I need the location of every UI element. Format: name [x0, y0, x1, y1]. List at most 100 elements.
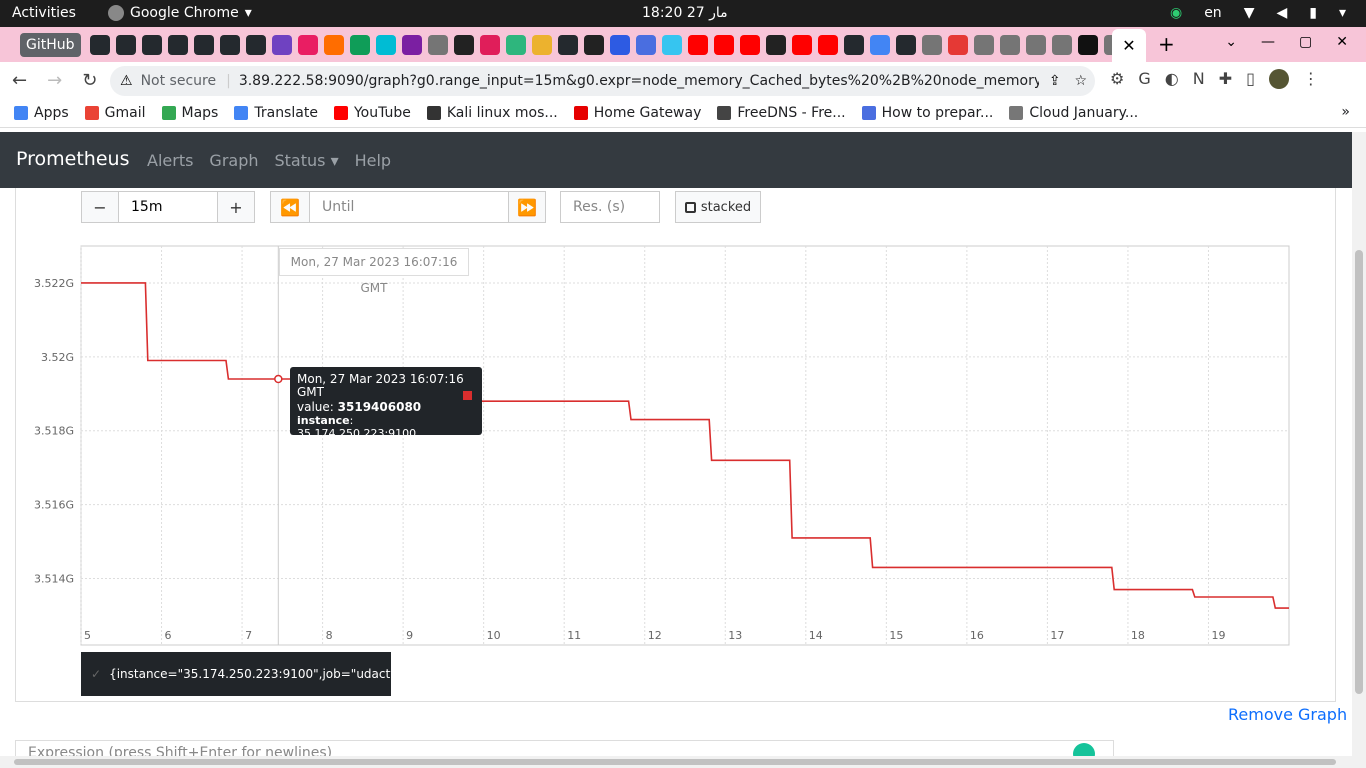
- vertical-scrollbar[interactable]: [1352, 132, 1366, 756]
- pinned-tab-favicon[interactable]: [168, 35, 188, 55]
- close-icon[interactable]: ✕: [1336, 34, 1348, 50]
- pinned-tab-favicon[interactable]: [610, 35, 630, 55]
- pinned-tab-favicon[interactable]: [974, 35, 994, 55]
- back-icon[interactable]: ←: [12, 70, 27, 91]
- share-icon[interactable]: ⇪: [1049, 73, 1061, 89]
- pinned-tab-favicon[interactable]: [870, 35, 890, 55]
- pinned-tab-favicon[interactable]: [246, 35, 266, 55]
- bookmark-item[interactable]: Gmail: [84, 105, 146, 121]
- nav-alerts[interactable]: Alerts: [147, 151, 193, 170]
- bookmarks-more-button[interactable]: »: [1341, 104, 1350, 120]
- power-menu-icon[interactable]: ▾: [1339, 5, 1346, 21]
- legend-check-icon[interactable]: ✓: [91, 667, 101, 681]
- pinned-tab-favicon[interactable]: [766, 35, 786, 55]
- bookmark-item[interactable]: Maps: [161, 105, 218, 121]
- range-decrease-button[interactable]: −: [81, 191, 119, 223]
- pinned-tab-favicon[interactable]: [428, 35, 448, 55]
- active-tab-close-button[interactable]: ✕: [1112, 29, 1146, 62]
- tab-search-icon[interactable]: ⌄: [1225, 34, 1237, 50]
- resolution-input[interactable]: Res. (s): [560, 191, 660, 223]
- bookmark-item[interactable]: Apps: [14, 105, 69, 121]
- language-indicator[interactable]: en: [1204, 5, 1222, 21]
- graph-legend[interactable]: ✓ {instance="35.174.250.223:9100",job="u…: [81, 652, 410, 696]
- tab-github[interactable]: GitHub: [20, 33, 81, 57]
- pinned-tab-favicon[interactable]: [896, 35, 916, 55]
- time-back-button[interactable]: ⏪: [270, 191, 310, 223]
- range-input[interactable]: 15m: [118, 191, 218, 223]
- stacked-toggle[interactable]: stacked: [675, 191, 761, 223]
- pinned-tab-favicon[interactable]: [324, 35, 344, 55]
- pinned-tab-favicon[interactable]: [818, 35, 838, 55]
- pinned-tab-favicon[interactable]: [948, 35, 968, 55]
- pinned-tab-favicon[interactable]: [1026, 35, 1046, 55]
- bookmark-item[interactable]: FreeDNS - Fre...: [717, 105, 846, 121]
- pinned-tab-favicon[interactable]: [636, 35, 656, 55]
- extension-icon[interactable]: ◐: [1165, 69, 1179, 89]
- pinned-tab-favicon[interactable]: [584, 35, 604, 55]
- pinned-tab-favicon[interactable]: [272, 35, 292, 55]
- pinned-tab-favicon[interactable]: [532, 35, 552, 55]
- pinned-tab-favicon[interactable]: [1000, 35, 1020, 55]
- bookmark-item[interactable]: Kali linux mos...: [426, 105, 558, 121]
- pinned-tab-favicon[interactable]: [922, 35, 942, 55]
- pinned-tab-favicon[interactable]: [220, 35, 240, 55]
- maximize-icon[interactable]: ▢: [1299, 34, 1312, 50]
- pinned-tab-favicon[interactable]: [376, 35, 396, 55]
- nav-graph[interactable]: Graph: [209, 151, 258, 170]
- pinned-tab-favicon[interactable]: [714, 35, 734, 55]
- translate-extension-icon[interactable]: G: [1138, 69, 1150, 89]
- puzzle-icon[interactable]: ✚: [1219, 69, 1232, 89]
- side-panel-icon[interactable]: ▯: [1246, 69, 1255, 89]
- menu-icon[interactable]: ⋮: [1303, 69, 1319, 89]
- not-secure-label[interactable]: Not secure: [141, 73, 217, 89]
- pinned-tab-favicon[interactable]: [298, 35, 318, 55]
- forward-icon[interactable]: →: [47, 70, 62, 91]
- horizontal-scrollbar[interactable]: [0, 756, 1366, 768]
- pinned-tab-favicon[interactable]: [662, 35, 682, 55]
- pinned-tab-favicon[interactable]: [402, 35, 422, 55]
- nav-status[interactable]: Status ▾: [275, 151, 339, 170]
- url-text[interactable]: 3.89.222.58:9090/graph?g0.range_input=15…: [239, 73, 1039, 89]
- system-tray[interactable]: ◉ en ▼ ◀ ▮ ▾: [1170, 5, 1346, 21]
- pinned-tab-favicon[interactable]: [480, 35, 500, 55]
- bookmark-item[interactable]: YouTube: [333, 105, 411, 121]
- minimize-icon[interactable]: —: [1261, 34, 1275, 50]
- avatar[interactable]: [1268, 69, 1289, 89]
- pinned-tab-favicon[interactable]: [740, 35, 760, 55]
- bookmark-item[interactable]: Translate: [234, 105, 318, 121]
- warning-icon[interactable]: ⚠: [120, 73, 133, 89]
- brand-logo[interactable]: Prometheus: [16, 148, 129, 170]
- pinned-tab-favicon[interactable]: [506, 35, 526, 55]
- activities-button[interactable]: Activities: [12, 5, 76, 21]
- notion-extension-icon[interactable]: N: [1193, 69, 1205, 89]
- pinned-tab-favicon[interactable]: [1052, 35, 1072, 55]
- reload-icon[interactable]: ↻: [82, 70, 97, 91]
- app-menu[interactable]: Google Chrome ▾: [108, 5, 252, 21]
- pinned-tab-favicon[interactable]: [1078, 35, 1098, 55]
- pinned-tab-favicon[interactable]: [90, 35, 110, 55]
- legend-label[interactable]: {instance="35.174.250.223:9100",job="uda…: [109, 667, 410, 681]
- pinned-tab-favicon[interactable]: [558, 35, 578, 55]
- bookmark-star-icon[interactable]: ☆: [1075, 73, 1088, 89]
- pinned-tab-favicon[interactable]: [844, 35, 864, 55]
- pinned-tab-favicon[interactable]: [350, 35, 370, 55]
- nav-help[interactable]: Help: [355, 151, 391, 170]
- pinned-tab-favicon[interactable]: [116, 35, 136, 55]
- bookmark-item[interactable]: How to prepar...: [861, 105, 993, 121]
- pinned-tab-favicon[interactable]: [194, 35, 214, 55]
- remove-graph-link[interactable]: Remove Graph: [1228, 705, 1347, 724]
- new-tab-button[interactable]: +: [1158, 32, 1175, 56]
- pinned-tab-favicon[interactable]: [792, 35, 812, 55]
- time-forward-button[interactable]: ⏩: [508, 191, 546, 223]
- bookmark-item[interactable]: Cloud January...: [1009, 105, 1138, 121]
- pinned-tab-favicon[interactable]: [688, 35, 708, 55]
- clock[interactable]: مار 27 18:20: [642, 5, 728, 21]
- pinned-tab-favicon[interactable]: [142, 35, 162, 55]
- omnibox[interactable]: ⚠ Not secure | 3.89.222.58:9090/graph?g0…: [110, 66, 1095, 96]
- extension-icon[interactable]: ⚙: [1110, 69, 1124, 89]
- until-input[interactable]: Until: [309, 191, 509, 223]
- horizontal-scroll-thumb[interactable]: [14, 759, 1336, 765]
- range-increase-button[interactable]: +: [217, 191, 255, 223]
- pinned-tab-favicon[interactable]: [454, 35, 474, 55]
- bookmark-item[interactable]: Home Gateway: [573, 105, 701, 121]
